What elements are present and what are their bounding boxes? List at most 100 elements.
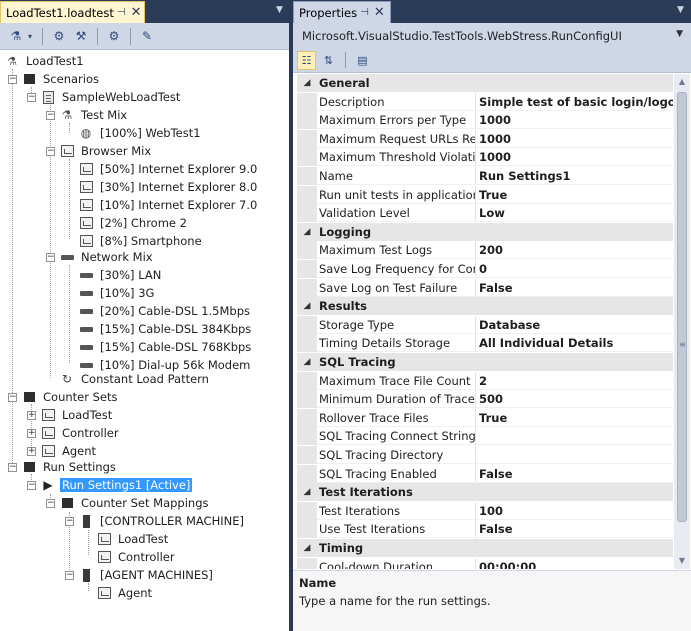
collapse-icon[interactable]: − [46,498,55,508]
tree-node-mapped-counter-set[interactable]: Controller [96,548,177,566]
property-row[interactable]: Rollover Trace Files True [297,408,673,427]
tree-node-root[interactable]: ⚗ LoadTest1 [4,52,86,70]
property-pages-icon[interactable]: ▤ [353,51,372,70]
property-category[interactable]: ◢ Logging [297,222,673,241]
property-row[interactable]: Maximum Errors per Type 1000 [297,111,673,130]
collapse-icon[interactable]: − [65,570,74,580]
collapse-icon[interactable]: ◢ [297,487,317,497]
collapse-icon[interactable]: − [27,92,36,102]
expand-icon[interactable]: + [27,446,36,456]
tree-node-browser[interactable]: [50%] Internet Explorer 9.0 [78,160,259,178]
tree-node-counter-sets[interactable]: − Counter Sets [8,388,120,406]
tree-node-agent-machines[interactable]: − [AGENT MACHINES] [65,566,215,584]
property-value[interactable] [476,427,673,444]
add-scenario-icon[interactable]: ⚗ [6,26,26,46]
property-value[interactable]: True [476,409,673,426]
run-settings-icon[interactable]: ⚒ [71,26,91,46]
property-value[interactable]: Database [476,316,673,333]
property-category[interactable]: ◢ Timing [297,539,673,557]
property-grid-scrollbar[interactable]: ▲ ≡ ▼ [674,74,690,569]
property-row[interactable]: Maximum Test Logs 200 [297,241,673,260]
tree-node-test-mix[interactable]: − ⚗ Test Mix [46,106,129,124]
scroll-up-icon[interactable]: ▲ [674,74,690,90]
tree-node-network[interactable]: [30%] LAN [78,266,163,284]
collapse-icon[interactable]: − [46,146,55,156]
tree-node-controller-machine[interactable]: − [CONTROLLER MACHINE] [65,512,246,530]
scroll-down-icon[interactable]: ▼ [674,553,690,569]
property-row[interactable]: Description Simple test of basic login/lo… [297,92,673,111]
property-value[interactable]: Run Settings1 [476,167,673,184]
property-value[interactable]: 1000 [476,130,673,147]
tree-node-mapped-counter-set[interactable]: LoadTest [96,530,170,548]
tab-properties[interactable]: Properties ⊣ ✕ [293,1,391,23]
tree-node-network[interactable]: [20%] Cable-DSL 1.5Mbps [78,302,252,320]
property-row[interactable]: Name Run Settings1 [297,167,673,185]
tree-node-browser[interactable]: [30%] Internet Explorer 8.0 [78,178,259,196]
collapse-icon[interactable]: − [8,392,17,402]
tree-node-browser[interactable]: [2%] Chrome 2 [78,214,189,232]
manage-rig-icon[interactable]: ⚙ [104,26,124,46]
chevron-down-icon[interactable]: ▼ [676,29,683,39]
collapse-icon[interactable]: ◢ [297,78,317,88]
collapse-icon[interactable]: ◢ [297,357,317,367]
pin-icon[interactable]: ⊣ [117,7,126,18]
scroll-thumb[interactable] [677,92,687,522]
property-row[interactable]: Run unit tests in application domainTrue [297,185,673,204]
tree-node-scenarios[interactable]: − Scenarios [8,70,101,88]
tree-node-browser[interactable]: [10%] Internet Explorer 7.0 [78,196,259,214]
property-row[interactable]: Save Log Frequency for Completed Tests0 [297,260,673,278]
collapse-icon[interactable]: ◢ [297,543,317,553]
expand-icon[interactable]: + [27,428,36,438]
tree-node-run-settings1[interactable]: − ▶ Run Settings1 [Active] [27,476,193,494]
alphabetical-icon[interactable]: ⇅ [319,51,338,70]
tree-node-network[interactable]: [15%] Cable-DSL 384Kbps [78,320,253,338]
property-row[interactable]: Minimum Duration of Traced SQL Operation… [297,390,673,409]
property-value[interactable]: 00:00:00 [476,558,673,569]
property-value[interactable] [476,446,673,463]
property-category[interactable]: ◢ Results [297,297,673,316]
categorized-icon[interactable]: ☷ [297,50,316,70]
object-selector[interactable]: Microsoft.VisualStudio.TestTools.WebStre… [293,23,691,48]
property-category[interactable]: ◢ Test Iterations [297,483,673,502]
property-row[interactable]: Use Test Iterations False [297,520,673,539]
collapse-icon[interactable]: − [27,480,36,490]
property-row[interactable]: Timing Details Storage All Individual Det… [297,334,673,353]
property-row[interactable]: Storage Type Database [297,315,673,334]
tree-node-counter-set-mappings[interactable]: − Counter Set Mappings [46,494,211,512]
property-value[interactable]: 1000 [476,111,673,128]
expand-icon[interactable]: + [27,410,36,420]
property-row[interactable]: Save Log on Test Failure False [297,278,673,297]
tree-node-browser-mix[interactable]: − Browser Mix [46,142,153,160]
tree-node-network[interactable]: [15%] Cable-DSL 768Kbps [78,338,253,356]
collapse-icon[interactable]: − [8,462,17,472]
property-row[interactable]: SQL Tracing Enabled False [297,464,673,483]
collapse-icon[interactable]: ◢ [297,227,317,237]
tree-node-load-pattern[interactable]: ↻ Constant Load Pattern [59,370,211,388]
property-value[interactable]: All Individual Details [476,334,673,351]
property-value[interactable]: 1000 [476,148,673,165]
property-value[interactable]: 500 [476,390,673,407]
wrench-icon[interactable]: ✎ [137,26,157,46]
property-category[interactable]: ◢ General [297,74,673,92]
chevron-down-icon[interactable]: ▼ [276,5,283,15]
close-icon[interactable]: ✕ [131,5,142,20]
property-value[interactable]: 100 [476,502,673,519]
property-value[interactable]: 2 [476,372,673,389]
tree-node-network-mix[interactable]: − Network Mix [46,248,155,266]
property-value[interactable]: False [476,520,673,537]
property-row[interactable]: Maximum Trace File Count 2 [297,371,673,390]
add-counter-set-icon[interactable]: ⚙ [49,26,69,46]
property-row[interactable]: Maximum Request URLs Reported1000 [297,129,673,148]
pin-icon[interactable]: ⊣ [360,7,369,18]
collapse-icon[interactable]: − [65,516,74,526]
tree-node-counter-set[interactable]: + LoadTest [27,406,114,424]
property-row[interactable]: Cool-down Duration 00:00:00 [297,557,673,569]
close-icon[interactable]: ✕ [374,5,385,20]
property-row[interactable]: SQL Tracing Directory [297,446,673,464]
property-row[interactable]: Maximum Threshold Violations1000 [297,148,673,167]
property-category[interactable]: ◢ SQL Tracing [297,353,673,371]
property-value[interactable]: False [476,279,673,296]
property-row[interactable]: SQL Tracing Connect String [297,427,673,446]
tree-node-network[interactable]: [10%] 3G [78,284,156,302]
property-value[interactable]: 0 [476,260,673,277]
